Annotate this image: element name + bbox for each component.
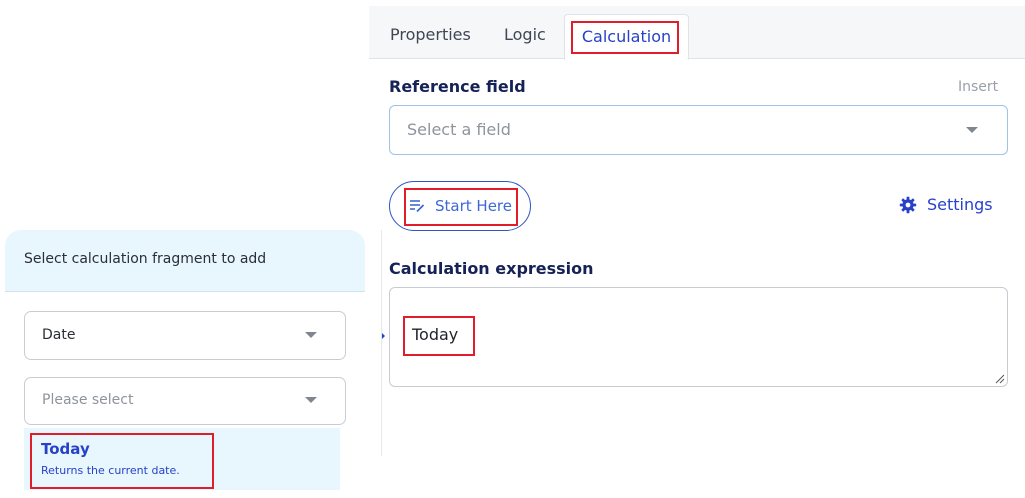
function-select[interactable]: Please select xyxy=(24,377,346,425)
edit-lines-icon xyxy=(410,200,425,213)
option-title: Today xyxy=(41,440,90,458)
start-here-label: Start Here xyxy=(435,197,512,215)
category-select[interactable]: Date xyxy=(24,311,346,360)
tab-logic[interactable]: Logic xyxy=(504,6,549,58)
settings-label: Settings xyxy=(927,195,993,214)
tab-properties[interactable]: Properties xyxy=(390,6,471,58)
tab-calculation[interactable]: Calculation xyxy=(564,14,689,60)
start-here-button[interactable]: Start Here xyxy=(389,181,531,231)
reference-field-select[interactable]: Select a field xyxy=(389,105,1008,155)
option-description: Returns the current date. xyxy=(41,464,180,477)
popover-header: Select calculation fragment to add xyxy=(5,230,365,292)
tab-label: Properties xyxy=(390,25,471,44)
insert-link[interactable]: Insert xyxy=(958,79,998,95)
function-options-list: Today Returns the current date. xyxy=(24,428,340,490)
properties-panel: Properties Logic Calculation Reference f… xyxy=(369,6,1025,498)
resize-handle-icon[interactable] xyxy=(995,374,1005,384)
reference-field-label: Reference field xyxy=(389,77,526,96)
chevron-down-icon xyxy=(966,127,978,133)
settings-button[interactable]: Settings xyxy=(899,195,999,217)
tab-label: Logic xyxy=(504,25,546,44)
function-placeholder: Please select xyxy=(42,392,134,408)
chevron-down-icon xyxy=(305,397,317,403)
reference-field-placeholder: Select a field xyxy=(407,120,511,139)
calculation-expression-label: Calculation expression xyxy=(389,259,594,278)
gear-icon xyxy=(899,196,917,214)
option-today[interactable]: Today Returns the current date. xyxy=(30,433,214,489)
chevron-down-icon xyxy=(305,332,317,338)
category-value: Date xyxy=(42,327,76,343)
calculation-expression-textarea[interactable]: Today xyxy=(389,287,1008,387)
popover-title: Select calculation fragment to add xyxy=(24,251,267,267)
expression-value: Today xyxy=(412,325,459,344)
fragment-popover: Select calculation fragment to add Date … xyxy=(5,230,382,456)
highlight-box xyxy=(571,21,679,54)
tab-bar: Properties Logic Calculation xyxy=(369,6,1025,60)
